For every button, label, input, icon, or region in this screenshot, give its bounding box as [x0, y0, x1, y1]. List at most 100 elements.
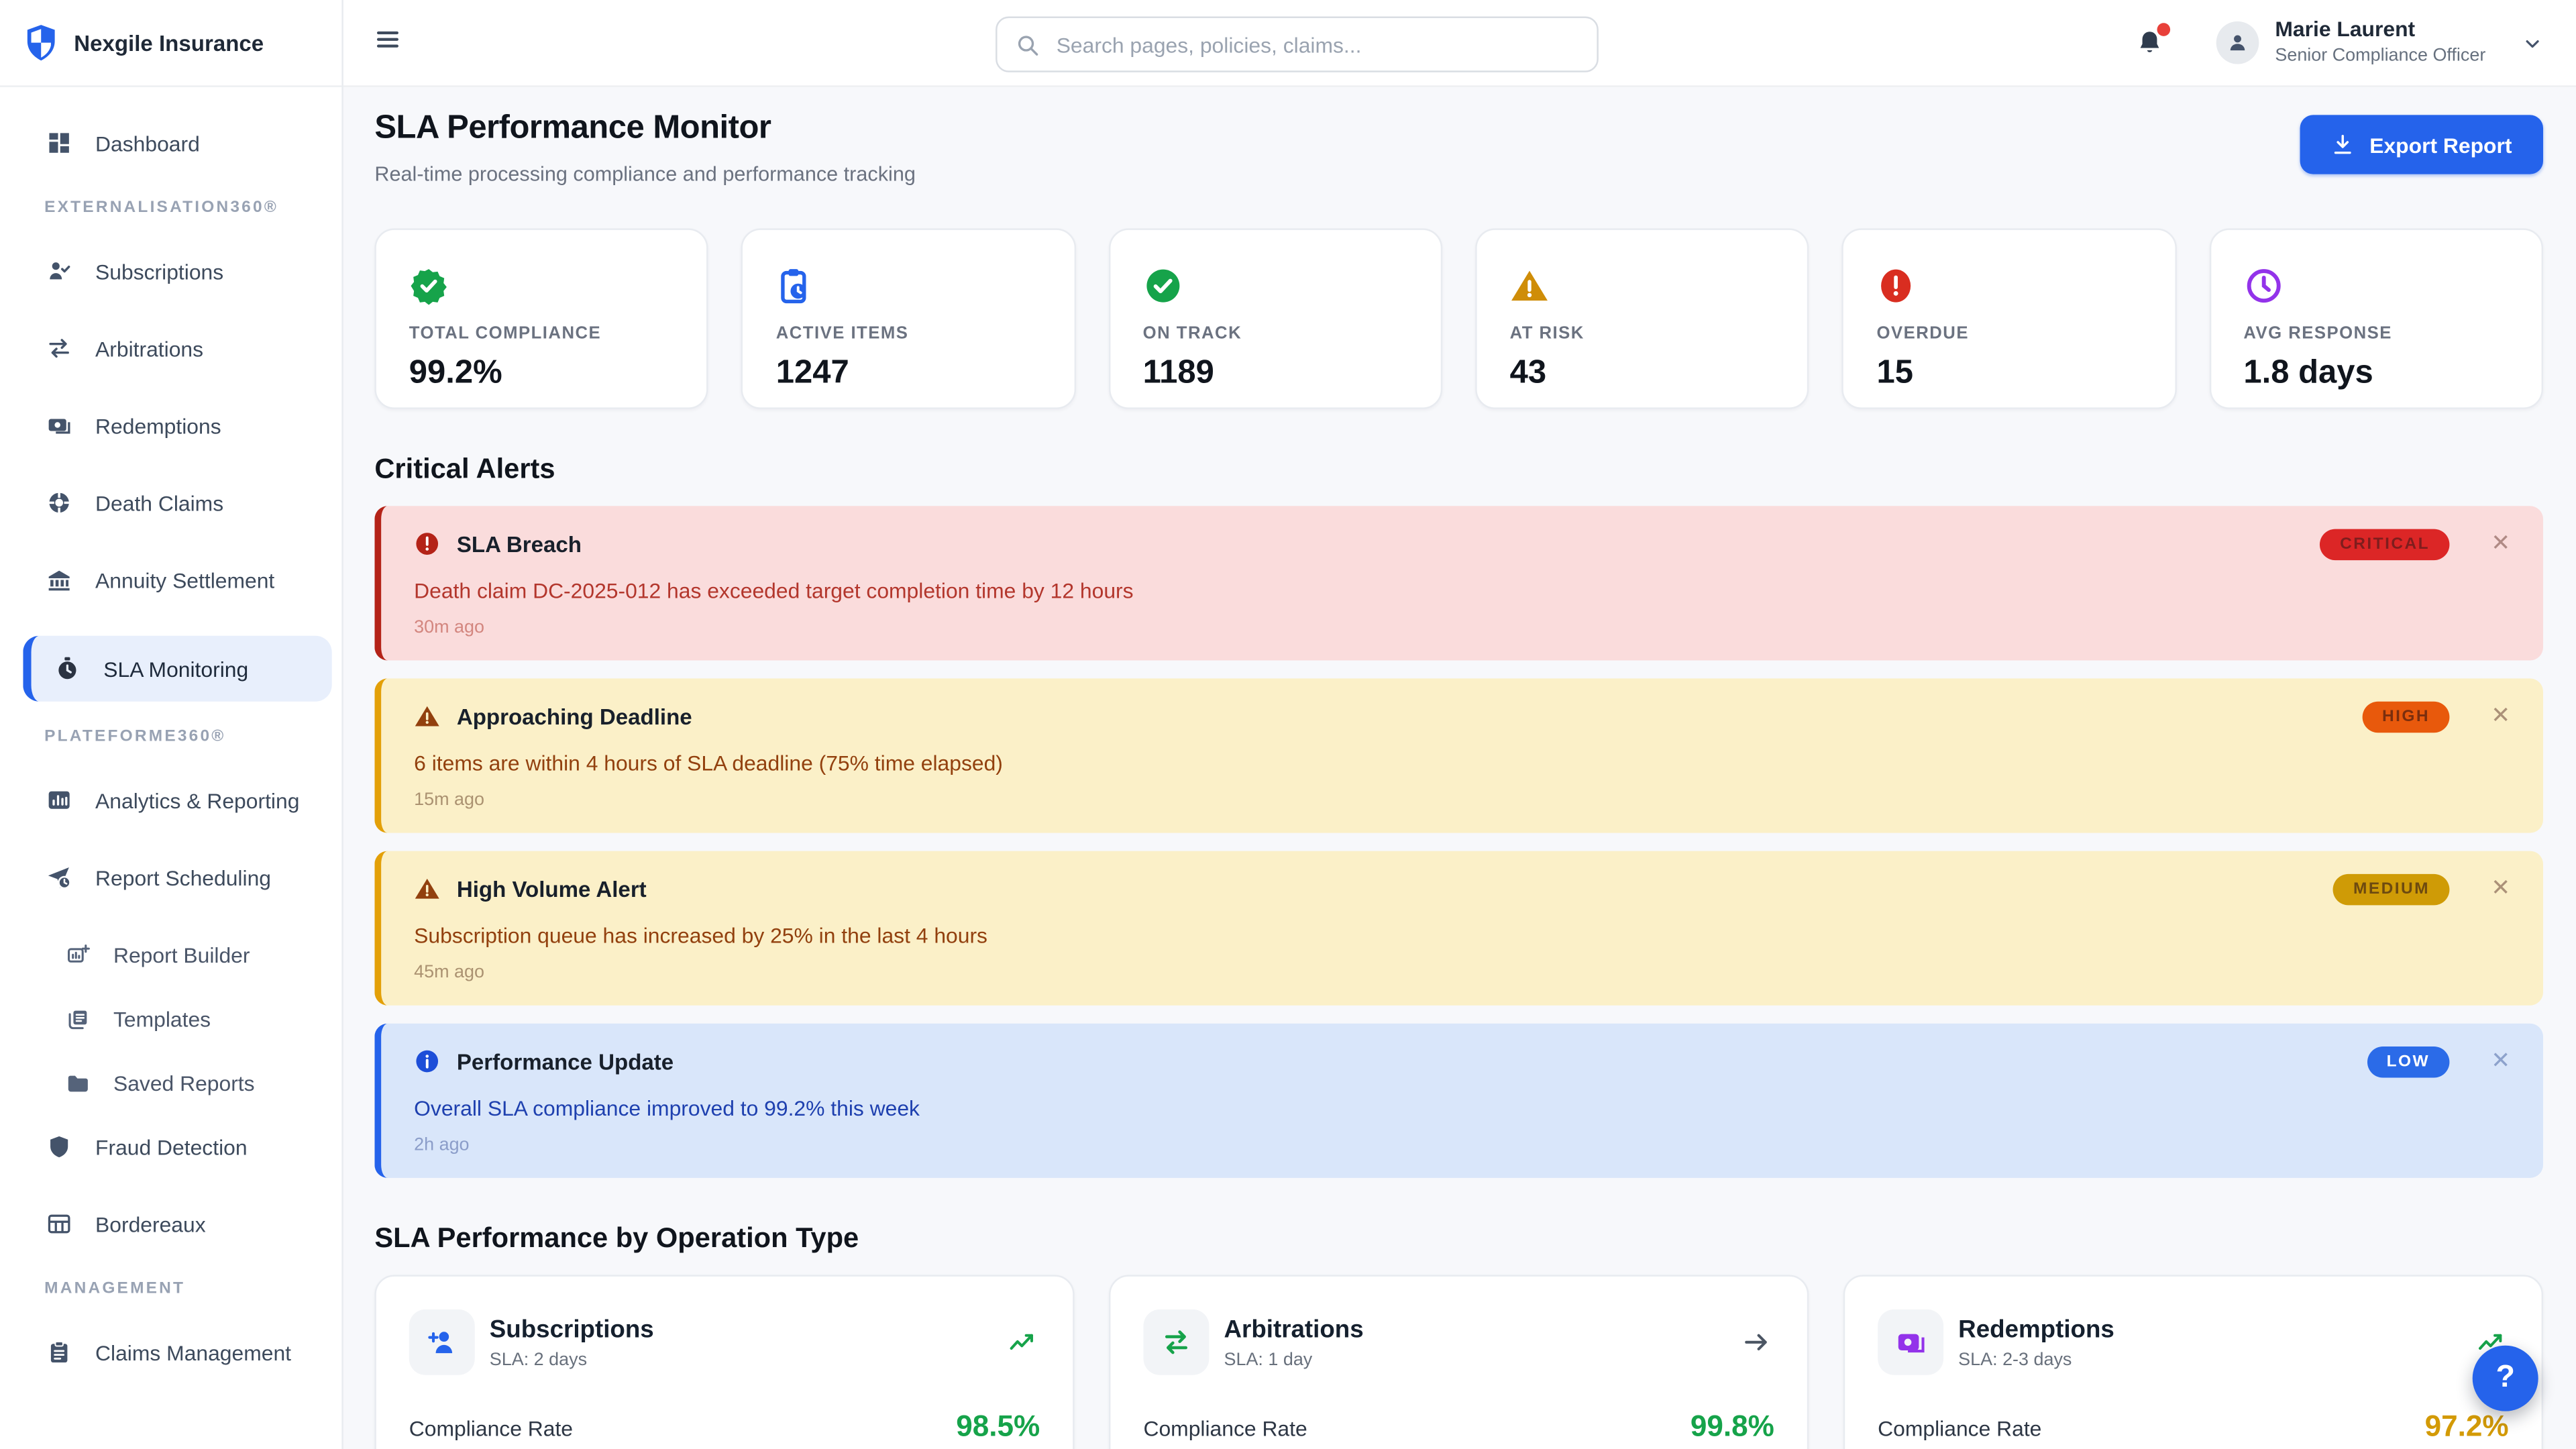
stat-card-overdue: OVERDUE 15 [1842, 228, 2176, 409]
sidebar-item-label: Report Scheduling [95, 865, 271, 890]
sidebar-item-redemptions[interactable]: Redemptions [0, 404, 341, 447]
shield-icon [46, 1134, 72, 1160]
sidebar-item-fraud-detection[interactable]: Fraud Detection [0, 1126, 341, 1169]
sidebar-item-death-claims[interactable]: Death Claims [0, 482, 341, 525]
stat-label: ACTIVE ITEMS [776, 323, 1041, 343]
stat-label: OVERDUE [1876, 323, 2141, 343]
compliance-rate-label: Compliance Rate [1143, 1416, 1307, 1441]
shield-logo-icon [25, 25, 58, 61]
alerts-list: SLA Breach Death claim DC-2025-012 has e… [374, 506, 2543, 1178]
alert-approaching-deadline: Approaching Deadline 6 items are within … [374, 678, 2543, 833]
compliance-rate-value: 98.5% [956, 1409, 1040, 1444]
user-role: Senior Compliance Officer [2275, 46, 2485, 67]
sidebar-item-label: Saved Reports [113, 1071, 255, 1095]
person-check-icon [46, 258, 72, 284]
export-report-label: Export Report [2369, 132, 2512, 157]
operations-row: Subscriptions SLA: 2 days Compliance Rat… [374, 1275, 2543, 1449]
op-card-arbitrations[interactable]: Arbitrations SLA: 1 day Compliance Rate … [1109, 1275, 1809, 1449]
search-icon [1015, 32, 1040, 57]
main-content: SLA Performance Monitor Real-time proces… [341, 85, 2576, 1449]
alert-timestamp: 2h ago [414, 1135, 2510, 1155]
search-input[interactable] [1053, 30, 1597, 58]
clock-icon [2243, 266, 2508, 306]
sidebar-item-claims-management[interactable]: Claims Management [0, 1331, 341, 1374]
critical-alerts-heading: Critical Alerts [374, 453, 2543, 486]
compliance-rate-label: Compliance Rate [1878, 1416, 2041, 1441]
compliance-rate-value: 99.8% [1690, 1409, 1774, 1444]
chevron-down-icon[interactable] [2522, 32, 2543, 54]
severity-badge: CRITICAL [2320, 529, 2450, 561]
sidebar-nav: Dashboard EXTERNALISATION360® Subscripti… [0, 87, 341, 1374]
stopwatch-icon [54, 655, 80, 682]
alert-timestamp: 15m ago [414, 790, 2510, 810]
stat-card-avg-response: AVG RESPONSE 1.8 days [2209, 228, 2543, 409]
sidebar-section-externalisation360: EXTERNALISATION360® [0, 199, 341, 217]
sidebar-item-annuity-settlement[interactable]: Annuity Settlement [0, 559, 341, 602]
op-card-title: Subscriptions [490, 1315, 1007, 1343]
verified-badge-icon [409, 266, 674, 306]
alert-performance-update: Performance Update Overall SLA complianc… [374, 1024, 2543, 1178]
op-card-title: Redemptions [1958, 1315, 2475, 1343]
sidebar-item-arbitrations[interactable]: Arbitrations [0, 327, 341, 370]
sidebar-item-label: Subscriptions [95, 259, 223, 284]
clipboard-clock-icon [776, 266, 1041, 306]
stat-value: 15 [1876, 355, 2141, 392]
trend-up-icon [1007, 1328, 1036, 1357]
download-icon [2332, 133, 2355, 156]
notifications-bell-icon[interactable] [2135, 28, 2163, 58]
sidebar-item-templates[interactable]: Templates [0, 998, 341, 1040]
alert-message: 6 items are within 4 hours of SLA deadli… [414, 751, 2510, 775]
sidebar-item-label: Arbitrations [95, 336, 203, 361]
avatar[interactable] [2216, 21, 2259, 64]
info-circle-icon [414, 1048, 440, 1074]
brand[interactable]: Nexgile Insurance [0, 0, 341, 87]
person-plus-icon [409, 1309, 475, 1375]
sidebar-item-analytics-reporting[interactable]: Analytics & Reporting [0, 779, 341, 822]
alert-title: SLA Breach [457, 531, 582, 556]
page-title: SLA Performance Monitor [374, 110, 916, 148]
help-button[interactable]: ? [2473, 1346, 2538, 1411]
notification-dot [2157, 23, 2170, 36]
sidebar-item-saved-reports[interactable]: Saved Reports [0, 1061, 341, 1104]
op-card-sla: SLA: 2 days [490, 1350, 1007, 1369]
close-icon[interactable]: ✕ [2491, 703, 2510, 726]
close-icon[interactable]: ✕ [2491, 531, 2510, 553]
sidebar-item-dashboard[interactable]: Dashboard [0, 121, 341, 164]
export-report-button[interactable]: Export Report [2300, 115, 2543, 174]
swap-arrows-icon [1143, 1309, 1209, 1375]
op-card-subscriptions[interactable]: Subscriptions SLA: 2 days Compliance Rat… [374, 1275, 1074, 1449]
op-card-title: Arbitrations [1224, 1315, 1741, 1343]
brand-name: Nexgile Insurance [74, 30, 264, 55]
stat-card-active-items: ACTIVE ITEMS 1247 [741, 228, 1075, 409]
question-mark-icon: ? [2496, 1360, 2514, 1397]
severity-badge: LOW [2367, 1046, 2449, 1078]
folder-icon [66, 1071, 91, 1095]
sidebar-section-management: MANAGEMENT [0, 1280, 341, 1298]
banknote-icon [1878, 1309, 1943, 1375]
alert-circle-icon [1876, 266, 2141, 306]
sidebar-item-sla-monitoring[interactable]: SLA Monitoring [23, 636, 331, 702]
sidebar-item-bordereaux[interactable]: Bordereaux [0, 1203, 341, 1246]
alert-sla-breach: SLA Breach Death claim DC-2025-012 has e… [374, 506, 2543, 660]
sidebar-item-label: Templates [113, 1006, 211, 1031]
op-card-sla: SLA: 2-3 days [1958, 1350, 2475, 1369]
stat-label: AT RISK [1510, 323, 1775, 343]
sidebar-item-label: Dashboard [95, 131, 200, 156]
user-meta[interactable]: Marie Laurent Senior Compliance Officer [2275, 18, 2485, 66]
close-icon[interactable]: ✕ [2491, 875, 2510, 898]
sidebar-item-subscriptions[interactable]: Subscriptions [0, 250, 341, 292]
op-card-redemptions[interactable]: Redemptions SLA: 2-3 days Compliance Rat… [1843, 1275, 2543, 1449]
sidebar-item-label: Analytics & Reporting [95, 788, 299, 812]
alert-message: Overall SLA compliance improved to 99.2%… [414, 1095, 2510, 1120]
bank-icon [46, 567, 72, 593]
menu-icon[interactable] [374, 26, 400, 52]
compliance-rate-label: Compliance Rate [409, 1416, 573, 1441]
alert-message: Death claim DC-2025-012 has exceeded tar… [414, 578, 2510, 603]
topbar-right: Marie Laurent Senior Compliance Officer [2135, 0, 2543, 85]
swap-arrows-icon [46, 335, 72, 362]
stat-card-total-compliance: TOTAL COMPLIANCE 99.2% [374, 228, 708, 409]
stat-value: 1247 [776, 355, 1041, 392]
sidebar-item-report-builder[interactable]: Report Builder [0, 933, 341, 976]
sidebar-item-report-scheduling[interactable]: Report Scheduling [0, 856, 341, 899]
close-icon[interactable]: ✕ [2491, 1048, 2510, 1071]
